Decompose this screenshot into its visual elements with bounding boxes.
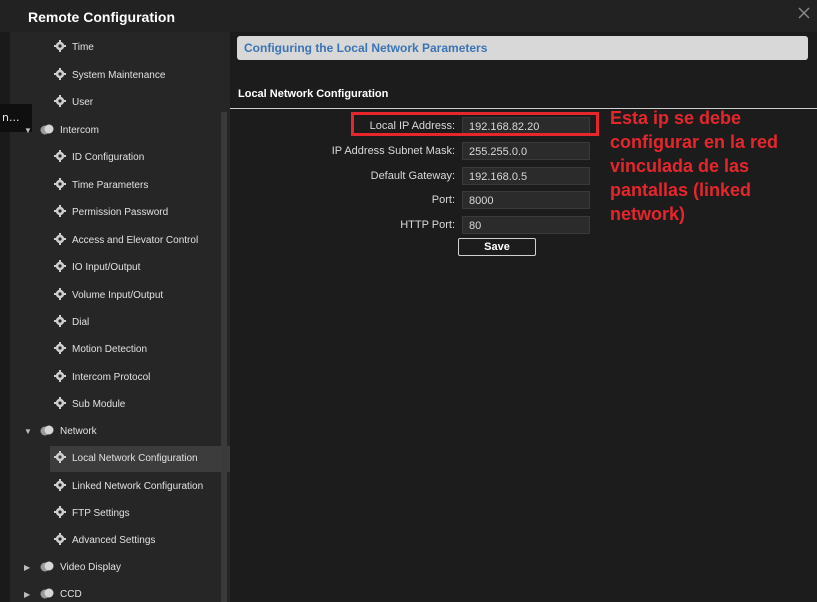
remote-configuration-window: Remote Configuration n... Time System Ma…	[0, 0, 817, 602]
sidebar-item-ccd[interactable]: ▶ CCD	[24, 582, 82, 602]
config-tree-sidebar: n... Time System Maintenance User ▼ Inter…	[0, 32, 230, 602]
gear-icon	[54, 342, 66, 354]
sidebar-item-system-maintenance[interactable]: System Maintenance	[54, 63, 165, 89]
gear-icon	[54, 260, 66, 272]
sidebar-item-motion-detection[interactable]: Motion Detection	[54, 337, 147, 363]
sidebar-item-ftp-settings[interactable]: FTP Settings	[54, 501, 130, 527]
chevron-right-icon[interactable]: ▶	[24, 582, 34, 602]
sidebar-item-label: Intercom	[60, 125, 99, 136]
gear-icon	[54, 68, 66, 80]
gear-icon	[54, 178, 66, 190]
sidebar-item-permission-password[interactable]: Permission Password	[54, 200, 168, 226]
sidebar-item-label: Permission Password	[72, 207, 169, 218]
annotation-text: Esta ip se debe configurar en la red vin…	[610, 108, 779, 224]
gear-icon	[54, 533, 66, 545]
window-title: Remote Configuration	[28, 9, 175, 25]
gear-icon	[54, 451, 66, 463]
sidebar-item-label: User	[72, 97, 94, 108]
chevron-down-icon[interactable]: ▼	[24, 118, 34, 144]
folder-icon	[40, 588, 54, 599]
main-panel: Configuring the Local Network Parameters…	[230, 32, 817, 602]
sidebar-item-label: FTP Settings	[72, 508, 130, 519]
sidebar-item-label: Local Network Configuration	[72, 453, 198, 464]
sidebar-item-label: Advanced Settings	[72, 535, 156, 546]
sidebar-item-label: Intercom Protocol	[72, 372, 151, 383]
sidebar-item-label: Linked Network Configuration	[72, 481, 204, 492]
sidebar-item-label: Volume Input/Output	[72, 290, 164, 301]
sidebar-item-io-input-output[interactable]: IO Input/Output	[54, 255, 140, 281]
sidebar-item-label: System Maintenance	[72, 70, 166, 81]
sidebar-item-access-elevator-control[interactable]: Access and Elevator Control	[54, 228, 198, 254]
chevron-right-icon[interactable]: ▶	[24, 555, 34, 581]
gear-icon	[54, 95, 66, 107]
panel-header: Configuring the Local Network Parameters	[237, 36, 808, 60]
sidebar-item-time-parameters[interactable]: Time Parameters	[54, 173, 148, 199]
gear-icon	[54, 370, 66, 382]
sidebar-item-label: Video Display	[60, 562, 121, 573]
folder-icon	[40, 561, 54, 572]
panel-header-title: Configuring the Local Network Parameters	[244, 41, 488, 55]
sidebar-item-linked-network-configuration[interactable]: Linked Network Configuration	[54, 474, 203, 500]
default-gateway-label: Default Gateway:	[370, 170, 455, 182]
sidebar-item-label: Time Parameters	[72, 180, 149, 191]
port-label: Port:	[431, 194, 455, 206]
sidebar-item-volume-input-output[interactable]: Volume Input/Output	[54, 283, 163, 309]
gear-icon	[54, 315, 66, 327]
sidebar-item-dial[interactable]: Dial	[54, 310, 89, 336]
subnet-mask-field[interactable]: 255.255.0.0	[462, 142, 590, 160]
sidebar-item-label: IO Input/Output	[72, 262, 141, 273]
title-bar: Remote Configuration	[0, 0, 817, 32]
gear-icon	[54, 233, 66, 245]
gear-icon	[54, 479, 66, 491]
save-button[interactable]: Save	[458, 238, 536, 256]
gear-icon	[54, 288, 66, 300]
sidebar-item-label: Access and Elevator Control	[72, 235, 199, 246]
sidebar-item-intercom[interactable]: ▼ Intercom	[24, 118, 99, 144]
folder-icon	[40, 425, 54, 436]
port-field[interactable]: 8000	[462, 191, 590, 209]
http-port-field[interactable]: 80	[462, 216, 590, 234]
sidebar-item-id-configuration[interactable]: ID Configuration	[54, 145, 144, 171]
gear-icon	[54, 205, 66, 217]
section-title: Local Network Configuration	[238, 88, 389, 100]
sidebar-item-sub-module[interactable]: Sub Module	[54, 392, 125, 418]
sidebar-item-label: Sub Module	[72, 399, 126, 410]
gear-icon	[54, 150, 66, 162]
gear-icon	[54, 506, 66, 518]
annotation-highlight-box	[351, 112, 599, 136]
gear-icon	[54, 397, 66, 409]
sidebar-scrollbar[interactable]	[221, 112, 227, 602]
sidebar-item-label: ID Configuration	[72, 152, 145, 163]
sidebar-item-video-display[interactable]: ▶ Video Display	[24, 555, 121, 581]
sidebar-item-label: Dial	[72, 317, 90, 328]
sidebar-item-label: Network	[60, 426, 97, 437]
sidebar-item-intercom-protocol[interactable]: Intercom Protocol	[54, 365, 150, 391]
sidebar-item-user[interactable]: User	[54, 90, 93, 116]
chevron-down-icon[interactable]: ▼	[24, 419, 34, 445]
folder-icon	[40, 124, 54, 135]
sidebar-item-network[interactable]: ▼ Network	[24, 419, 97, 445]
gear-icon	[54, 40, 66, 52]
sidebar-item-label: Time	[72, 42, 94, 53]
default-gateway-field[interactable]: 192.168.0.5	[462, 167, 590, 185]
close-icon[interactable]	[797, 6, 811, 20]
subnet-mask-label: IP Address Subnet Mask:	[331, 145, 455, 157]
sidebar-item-label: Motion Detection	[72, 344, 148, 355]
http-port-label: HTTP Port:	[400, 219, 455, 231]
sidebar-item-local-network-configuration[interactable]: Local Network Configuration	[50, 446, 230, 472]
sidebar-item-label: CCD	[60, 589, 82, 600]
sidebar-item-time[interactable]: Time	[54, 35, 94, 61]
sidebar-item-advanced-settings[interactable]: Advanced Settings	[54, 528, 155, 554]
